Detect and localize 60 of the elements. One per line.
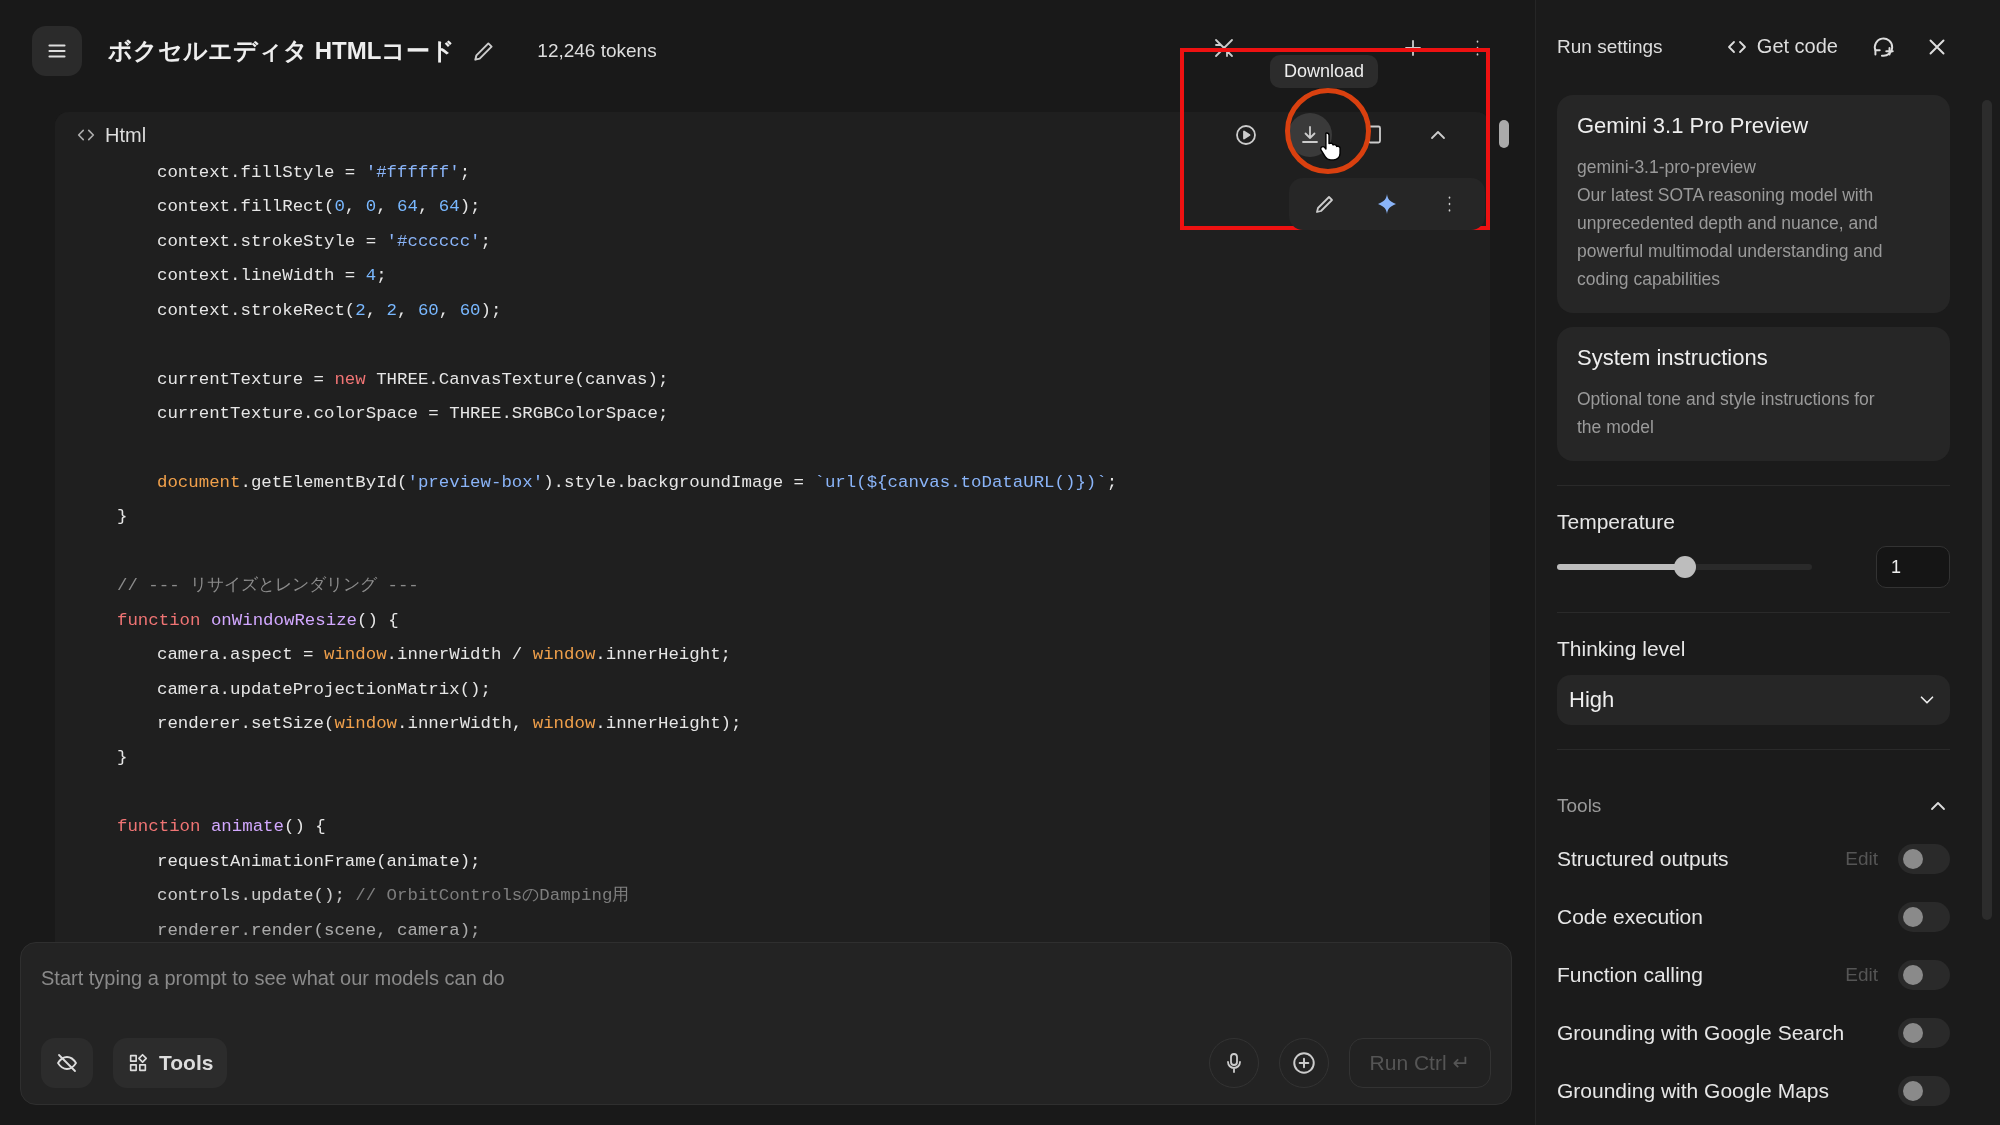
code-line: context.strokeRect(2, 2, 60, 60); bbox=[157, 300, 502, 320]
token-count: 12,246 tokens bbox=[537, 40, 657, 62]
code-line: // --- リサイズとレンダリング --- bbox=[117, 576, 419, 596]
code-line: controls.update(); // OrbitControlsのDamping用 bbox=[157, 886, 630, 906]
code-line: } bbox=[117, 748, 128, 768]
toggle-switch[interactable] bbox=[1898, 902, 1950, 932]
code-line: context.fillRect(0, 0, 64, 64); bbox=[157, 197, 481, 217]
model-name: Gemini 3.1 Pro Preview bbox=[1577, 113, 1810, 139]
tool-label: Function calling bbox=[1557, 963, 1703, 987]
code-line: context.fillStyle = '#ffffff'; bbox=[157, 163, 471, 182]
toggle-switch[interactable] bbox=[1898, 844, 1950, 874]
temperature-slider[interactable] bbox=[1557, 556, 1812, 578]
eye-off-icon bbox=[55, 1051, 79, 1075]
thinking-level-select[interactable]: High bbox=[1557, 675, 1950, 725]
code-line: currentTexture = new THREE.CanvasTexture(canvas); bbox=[157, 369, 669, 389]
tool-label: Code execution bbox=[1557, 905, 1703, 929]
model-id: gemini-3.1-pro-preview bbox=[1577, 156, 1757, 179]
panel-title: Run settings bbox=[1557, 35, 1663, 58]
visibility-button[interactable] bbox=[41, 1038, 93, 1088]
code-language: Html bbox=[105, 123, 147, 147]
tooltip: Download bbox=[1270, 55, 1379, 88]
setting-label: Temperature bbox=[1557, 510, 1676, 534]
toggle-switch[interactable] bbox=[1898, 1018, 1950, 1048]
section-title: Tools bbox=[1557, 795, 1602, 817]
placeholder-text: Optional tone and style instructions for the model bbox=[1577, 388, 1876, 439]
more-icon[interactable] bbox=[1475, 37, 1480, 59]
menu-button[interactable] bbox=[32, 26, 82, 76]
toggle-switch[interactable] bbox=[1898, 960, 1950, 990]
code-line: currentTexture.colorSpace = THREE.SRGBColorSpace; bbox=[157, 404, 669, 424]
tool-label: Grounding with Google Maps bbox=[1557, 1079, 1829, 1103]
code-line: renderer.render(scene, camera); bbox=[157, 920, 481, 940]
slider-thumb[interactable] bbox=[1673, 556, 1696, 578]
code-line: camera.aspect = window.innerWidth / window.innerHeight; bbox=[157, 645, 731, 665]
code-line: context.lineWidth = 4; bbox=[157, 266, 387, 286]
plus-icon bbox=[1290, 1050, 1317, 1076]
system-instructions-card[interactable]: System instructions Optional tone and style instructions for the model bbox=[1557, 327, 1950, 461]
setting-label: Thinking level bbox=[1557, 637, 1687, 661]
grid-icon bbox=[127, 1052, 149, 1074]
temperature-input[interactable]: 1 bbox=[1876, 546, 1950, 588]
code-line: } bbox=[117, 507, 128, 527]
model-card[interactable]: Gemini 3.1 Pro Preview gemini-3.1-pro-preview Our latest SOTA reasoning model with unprecedented depth and nuance, and powerful multimodal understanding and coding capabilities bbox=[1557, 95, 1950, 313]
toggle-switch[interactable] bbox=[1898, 1076, 1950, 1106]
scrollbar-thumb[interactable] bbox=[1499, 120, 1509, 148]
code-line: requestAnimationFrame(animate); bbox=[157, 851, 481, 871]
model-description: Our latest SOTA reasoning model with unprecedented depth and nuance, and powerful multimodal understanding and coding capabilities bbox=[1577, 184, 1884, 291]
tool-label: Grounding with Google Search bbox=[1557, 1021, 1845, 1045]
tools-button[interactable]: Tools bbox=[113, 1038, 228, 1088]
code-line: context.strokeStyle = '#cccccc'; bbox=[157, 231, 491, 251]
code-line: function onWindowResize() { bbox=[117, 610, 399, 630]
play-icon bbox=[1234, 123, 1258, 147]
compare-icon[interactable] bbox=[1212, 36, 1236, 60]
code-line: document.getElementById('preview-box').style.backgroundImage = `url(${canvas.toDataURL()})`; bbox=[157, 472, 1118, 492]
tool-label: Structured outputs bbox=[1557, 847, 1729, 871]
code-line: camera.updateProjectionMatrix(); bbox=[157, 679, 491, 699]
more-icon bbox=[1446, 193, 1452, 215]
code-line: renderer.setSize(window.innerWidth, window.innerHeight); bbox=[157, 714, 742, 733]
code-line: function animate() { bbox=[117, 817, 326, 837]
card-title: System instructions bbox=[1577, 345, 1769, 371]
page-title: ボクセルエディタ HTMLコード bbox=[108, 36, 456, 66]
get-code-button[interactable]: Get code bbox=[1724, 34, 1838, 59]
